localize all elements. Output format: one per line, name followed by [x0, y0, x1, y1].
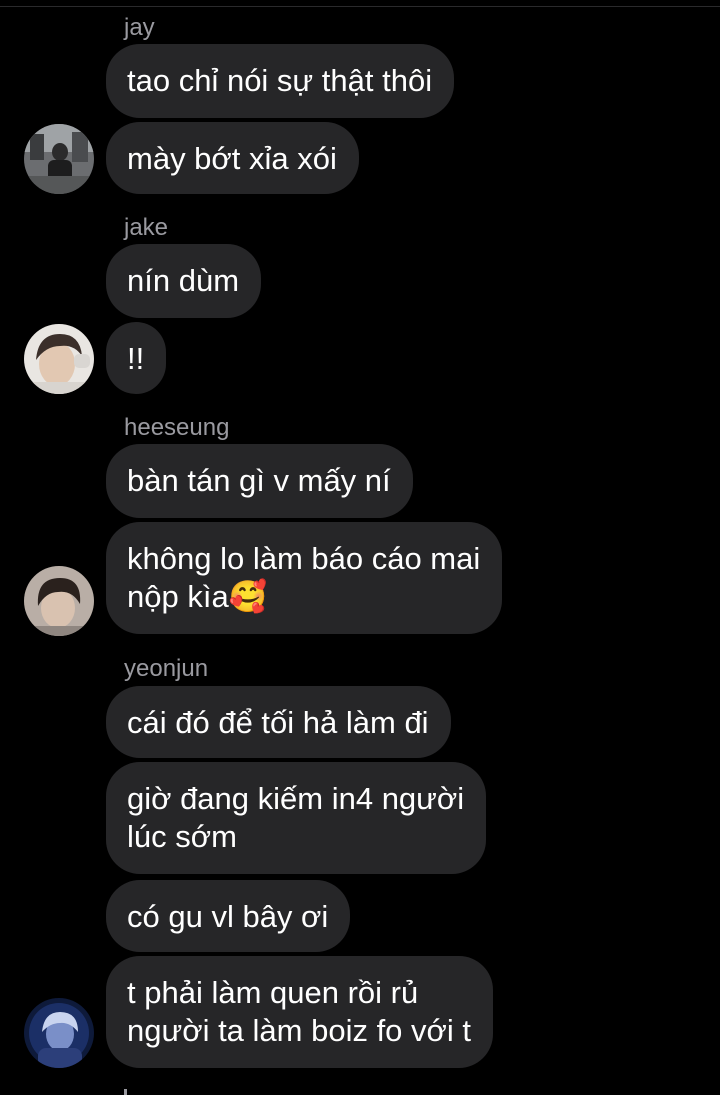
message-bubble[interactable]: !!	[106, 322, 167, 394]
message-bubble[interactable]: giờ đang kiếm in4 người lúc sớm	[106, 762, 487, 874]
avatar-jay[interactable]	[24, 124, 94, 194]
message-bubble[interactable]: nín dùm	[106, 244, 262, 318]
top-divider	[0, 6, 720, 7]
sender-name-jake: jake	[124, 214, 169, 241]
message-bubble[interactable]: tao chỉ nói sự thật thôi	[106, 44, 455, 118]
message-bubble[interactable]: có gu vl bây ơi	[106, 880, 351, 952]
avatar-heeseung[interactable]	[24, 566, 94, 636]
message-bubble[interactable]: mày bớt xỉa xói	[106, 122, 359, 194]
avatar-photo-heeseung	[24, 566, 94, 636]
avatar-photo-jake	[24, 324, 94, 394]
avatar-photo-jay	[24, 124, 94, 194]
sender-name-jay: jay	[124, 14, 155, 41]
avatar-jake[interactable]	[24, 324, 94, 394]
avatar-yeonjun[interactable]	[24, 998, 94, 1068]
avatar-photo-yeonjun	[24, 998, 94, 1068]
message-bubble[interactable]: không lo làm báo cáo mai nộp kìa🥰	[106, 522, 503, 634]
message-bubble[interactable]: t phải làm quen rồi rủ người ta làm boiz…	[106, 956, 493, 1068]
next-sender-name-partial	[124, 1089, 127, 1095]
sender-name-yeonjun: yeonjun	[124, 655, 209, 682]
sender-name-heeseung: heeseung	[124, 414, 230, 441]
message-bubble[interactable]: cái đó để tối hả làm đi	[106, 686, 451, 758]
message-bubble[interactable]: bàn tán gì v mấy ní	[106, 444, 413, 518]
